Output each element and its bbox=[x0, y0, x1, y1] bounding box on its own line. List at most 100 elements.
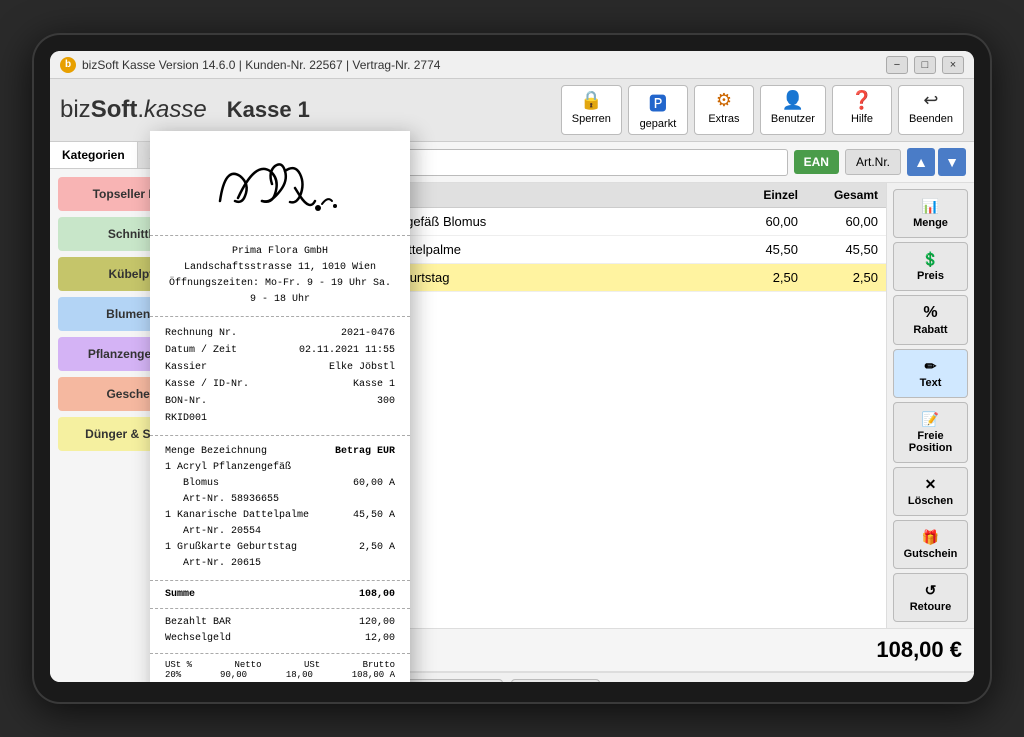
loeschen-label: Löschen bbox=[908, 495, 953, 507]
wechsel-label: Wechselgeld bbox=[165, 631, 231, 647]
row1-einzel: 60,00 bbox=[718, 214, 798, 229]
nav-buttons: ▲ ▼ bbox=[907, 148, 966, 176]
gear-icon: ⚙ bbox=[716, 90, 732, 111]
tab-kategorien[interactable]: Kategorien bbox=[50, 142, 138, 168]
logo-biz: biz bbox=[60, 96, 91, 124]
help-icon: ❓ bbox=[851, 90, 873, 111]
receipt-logo bbox=[150, 131, 410, 236]
receipt-overlay: Prima Flora GmbH Landschaftsstrasse 11, … bbox=[150, 131, 410, 682]
title-bar: b bizSoft Kasse Version 14.6.0 | Kunden-… bbox=[50, 51, 974, 79]
text-label: Text bbox=[920, 377, 942, 389]
tablet-frame: b bizSoft Kasse Version 14.6.0 | Kunden-… bbox=[32, 33, 992, 704]
datum-value: 02.11.2021 11:55 bbox=[299, 342, 395, 359]
bon-label: BON-Nr. bbox=[165, 393, 207, 410]
bezahlt-label: Bezahlt BAR bbox=[165, 615, 231, 631]
row1-gesamt: 60,00 bbox=[798, 214, 878, 229]
standard-button[interactable]: ☰ Standard bbox=[511, 679, 600, 682]
extras-label: Extras bbox=[708, 113, 739, 125]
retoure-button[interactable]: ↺ Retoure bbox=[893, 573, 968, 622]
summe-value: 108,00 bbox=[359, 589, 395, 600]
beenden-label: Beenden bbox=[909, 113, 953, 125]
kassier-value: Elke Jöbstl bbox=[329, 359, 395, 376]
hilfe-label: Hilfe bbox=[851, 113, 873, 125]
receipt-items: Menge Bezeichnung Betrag EUR 1 Acryl Pfl… bbox=[150, 436, 410, 581]
rabatt-button[interactable]: % Rabatt bbox=[893, 295, 968, 345]
retoure-label: Retoure bbox=[910, 601, 952, 613]
preis-icon: 💲 bbox=[922, 251, 939, 268]
preis-button[interactable]: 💲 Preis bbox=[893, 242, 968, 291]
kasse-label: Kasse / ID-Nr. bbox=[165, 376, 249, 393]
rabatt-label: Rabatt bbox=[913, 324, 947, 336]
freie-position-icon: 📝 bbox=[922, 411, 939, 428]
rechnung-nr-value: 2021-0476 bbox=[341, 325, 395, 342]
title-bar-text: bizSoft Kasse Version 14.6.0 | Kunden-Nr… bbox=[82, 58, 440, 72]
receipt-sum: Summe 108,00 bbox=[150, 581, 410, 609]
hilfe-button[interactable]: ❓ Hilfe bbox=[832, 85, 892, 135]
beenden-button[interactable]: ↩ Beenden bbox=[898, 85, 964, 135]
freie-position-button[interactable]: 📝 FreiePosition bbox=[893, 402, 968, 463]
rechnung-nr-label: Rechnung Nr. bbox=[165, 325, 237, 342]
receipt-address: Landschaftsstrasse 11, 1010 Wien bbox=[165, 260, 395, 276]
receipt-tax: USt %NettoUStBrutto 20%90,0018,00108,00 … bbox=[150, 654, 410, 682]
extras-button[interactable]: ⚙ Extras bbox=[694, 85, 754, 135]
datum-label: Datum / Zeit bbox=[165, 342, 237, 359]
app-icon: b bbox=[60, 57, 76, 73]
gutschein-button[interactable]: 🎁 Gutschein bbox=[893, 520, 968, 569]
logo-kasse: kasse bbox=[144, 96, 207, 124]
menge-icon: 📊 bbox=[922, 198, 939, 215]
preis-label: Preis bbox=[917, 270, 944, 282]
col-gesamt: Gesamt bbox=[798, 188, 878, 202]
artnr-button[interactable]: Art.Nr. bbox=[845, 149, 901, 175]
benutzer-label: Benutzer bbox=[771, 113, 815, 125]
toolbar-buttons: 🔒 Sperren 🅿 geparkt ⚙ Extras 👤 Benutzer … bbox=[561, 85, 964, 135]
title-bar-left: b bizSoft Kasse Version 14.6.0 | Kunden-… bbox=[60, 57, 440, 73]
benutzer-button[interactable]: 👤 Benutzer bbox=[760, 85, 826, 135]
user-icon: 👤 bbox=[782, 90, 804, 111]
menge-button[interactable]: 📊 Menge bbox=[893, 189, 968, 238]
receipt-company: Prima Flora GmbH Landschaftsstrasse 11, … bbox=[150, 236, 410, 317]
receipt-company-name: Prima Flora GmbH bbox=[165, 244, 395, 260]
parking-icon: 🅿 bbox=[649, 90, 667, 116]
gutschein-label: Gutschein bbox=[904, 548, 958, 560]
sperren-button[interactable]: 🔒 Sperren bbox=[561, 85, 622, 135]
minimize-button[interactable]: − bbox=[886, 56, 908, 74]
retoure-icon: ↺ bbox=[925, 582, 937, 599]
logo-area: bizSoft.kasse Kasse 1 bbox=[60, 96, 310, 124]
receipt-info: Rechnung Nr. 2021-0476 Datum / Zeit 02.1… bbox=[150, 317, 410, 436]
receipt-pay: Bezahlt BAR 120,00 Wechselgeld 12,00 bbox=[150, 609, 410, 654]
title-bar-controls: − □ × bbox=[886, 56, 964, 74]
row2-gesamt: 45,50 bbox=[798, 242, 878, 257]
loeschen-button[interactable]: ✕ Löschen bbox=[893, 467, 968, 516]
logo-soft: Soft bbox=[91, 96, 138, 124]
row2-einzel: 45,50 bbox=[718, 242, 798, 257]
exit-icon: ↩ bbox=[923, 90, 938, 111]
delete-icon: ✕ bbox=[925, 476, 937, 493]
logo-dot: . bbox=[137, 96, 144, 124]
total-amount: 108,00 € bbox=[876, 637, 962, 663]
logo-kasse1: Kasse 1 bbox=[227, 97, 310, 123]
close-button[interactable]: × bbox=[942, 56, 964, 74]
lock-icon: 🔒 bbox=[580, 90, 602, 111]
kasse-value: Kasse 1 bbox=[353, 376, 395, 393]
ean-button[interactable]: EAN bbox=[794, 150, 839, 174]
action-buttons: 📊 Menge 💲 Preis % Rabatt ✏ bbox=[886, 183, 974, 628]
receipt-hours: Öffnungszeiten: Mo-Fr. 9 - 19 Uhr Sa. 9 … bbox=[165, 276, 395, 308]
rkid-label: RKID001 bbox=[165, 413, 207, 424]
summe-label: Summe bbox=[165, 589, 195, 600]
geparkt-button[interactable]: 🅿 geparkt bbox=[628, 85, 688, 135]
col-einzel: Einzel bbox=[718, 188, 798, 202]
freie-position-label: FreiePosition bbox=[909, 430, 952, 454]
nav-down-button[interactable]: ▼ bbox=[938, 148, 966, 176]
geparkt-label: geparkt bbox=[640, 118, 677, 130]
nav-up-button[interactable]: ▲ bbox=[907, 148, 935, 176]
wechsel-value: 12,00 bbox=[365, 631, 395, 647]
bezahlt-value: 120,00 bbox=[359, 615, 395, 631]
kassier-label: Kassier bbox=[165, 359, 207, 376]
sperren-label: Sperren bbox=[572, 113, 611, 125]
bon-value: 300 bbox=[377, 393, 395, 410]
menge-label: Menge bbox=[913, 217, 948, 229]
maximize-button[interactable]: □ bbox=[914, 56, 936, 74]
screen: b bizSoft Kasse Version 14.6.0 | Kunden-… bbox=[50, 51, 974, 682]
percent-icon: % bbox=[923, 304, 937, 322]
text-button[interactable]: ✏ Text bbox=[893, 349, 968, 398]
